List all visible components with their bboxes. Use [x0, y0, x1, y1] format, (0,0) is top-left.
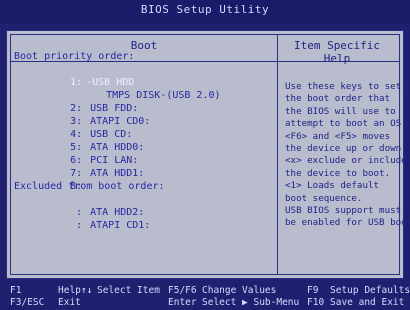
excluded-item-value: ATA HDD2:: [90, 207, 145, 218]
help-line: boot sequence.: [285, 192, 363, 204]
help-line: the device up or down.: [285, 143, 407, 155]
save-exit-label: Save and Exit: [330, 297, 405, 308]
help-label: Help: [58, 285, 81, 296]
excluded-item-number: :: [76, 220, 83, 231]
boot-item-number: 1:: [70, 77, 83, 88]
excluded-item-number: :: [76, 207, 83, 218]
help-line: the boot order that: [285, 93, 391, 105]
f9-key: F9: [307, 285, 319, 296]
footer-help-bar: F1 Help ↑↓ Select Item F5/F6 Change Valu…: [0, 283, 410, 310]
boot-priority-title: Boot priority order:: [14, 51, 135, 62]
help-line: Use these keys to set: [285, 81, 402, 92]
boot-item-number: 5:: [70, 142, 83, 153]
boot-item-value: -USB HDD: [86, 77, 135, 88]
boot-item-number: 4:: [70, 129, 83, 140]
help-line: the device to boot.: [285, 167, 391, 179]
boot-order-list: Boot priority order: 1: -USB HDD TMPS DIS…: [14, 50, 221, 231]
change-values-label: Change Values: [202, 285, 277, 296]
select-submenu-label: Select ▶ Sub-Menu: [202, 297, 300, 308]
help-line: USB BIOS support must: [285, 205, 402, 217]
setup-defaults-label: Setup Defaults: [330, 285, 410, 296]
column-divider: [277, 34, 278, 275]
boot-item-value: USB CD:: [90, 129, 133, 140]
enter-key: Enter: [168, 297, 197, 308]
exit-label: Exit: [58, 297, 81, 308]
boot-item-value: ATA HDD0:: [90, 142, 145, 153]
select-item-label: Select Item: [97, 285, 160, 296]
f1-key: F1: [10, 285, 22, 296]
boot-item-value: ATA HDD1:: [90, 168, 145, 179]
f5-f6-keys: F5/F6: [168, 285, 197, 296]
boot-item-value: PCI LAN:: [90, 155, 139, 166]
boot-item-usb-hdd[interactable]: 1: -USB HDD: [14, 63, 221, 88]
boot-item-value: USB FDD:: [90, 103, 139, 114]
boot-item-number: 7:: [70, 168, 83, 179]
boot-item-value: TMPS DISK-(USB 2.0): [106, 90, 221, 101]
window-title: BIOS Setup Utility: [0, 0, 410, 24]
f10-key: F10: [307, 297, 325, 308]
boot-item-number: 3:: [70, 116, 83, 127]
up-down-arrows-icon: ↑↓: [81, 285, 93, 296]
boot-item-value: ATAPI CD0:: [90, 116, 151, 127]
help-line: be enabled for USB boot.: [285, 217, 410, 229]
excluded-title: Excluded from boot order:: [14, 181, 165, 192]
bios-screen: BIOS Setup Utility Boot Item Specific He…: [0, 0, 410, 310]
f3-esc-key: F3/ESC: [10, 297, 45, 308]
excluded-item-value: ATAPI CD1:: [90, 220, 151, 231]
help-header: Item Specific Help: [293, 39, 381, 65]
help-line: <1> Loads default: [285, 180, 380, 192]
help-line: attempt to boot an OS:: [285, 118, 407, 130]
excluded-item-ata-hdd2[interactable]: : ATA HDD2:: [14, 193, 221, 218]
help-line: the BIOS will use to: [285, 105, 396, 117]
boot-item-number: 2:: [70, 103, 83, 114]
help-line: <x> exclude or include: [285, 155, 407, 167]
help-text: Use these keys to set the boot order tha…: [285, 81, 410, 230]
boot-item-number: 6:: [70, 155, 83, 166]
help-line: <F6> and <F5> moves: [285, 130, 391, 142]
